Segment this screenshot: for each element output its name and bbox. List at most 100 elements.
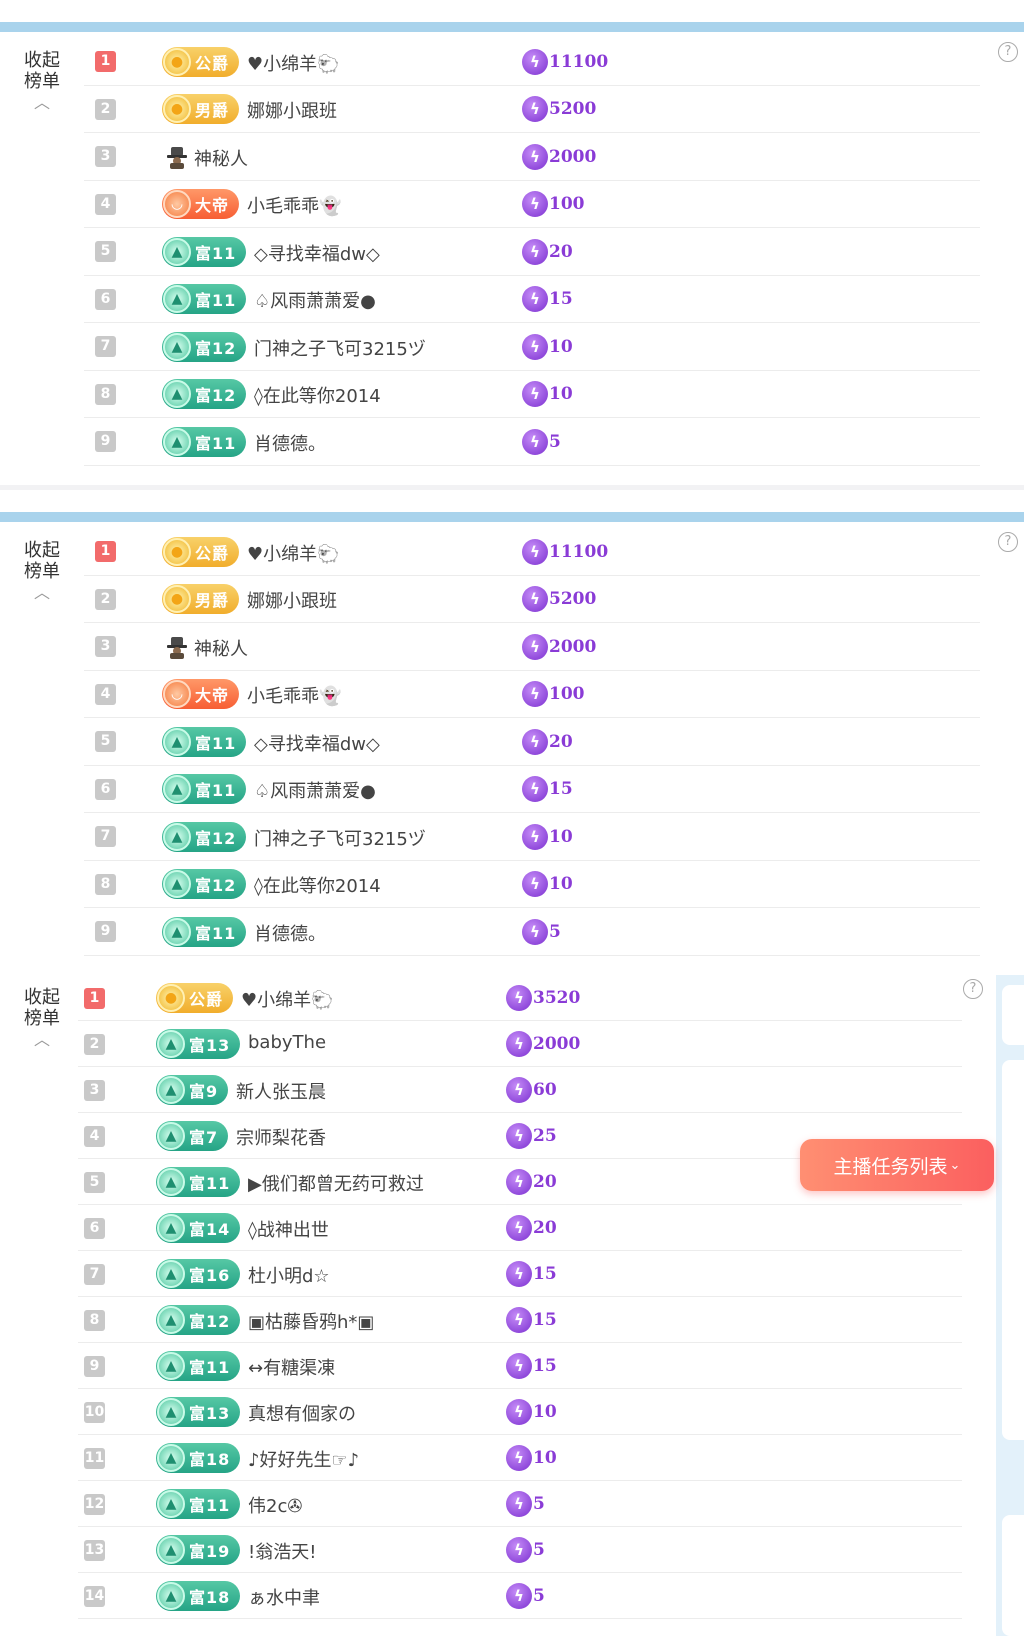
amount-value: 10 bbox=[533, 1448, 557, 1468]
ranking-row[interactable]: 1 ● 公爵 ♥小绵羊🐑 ϟ 11100 bbox=[84, 38, 980, 86]
username[interactable]: 门神之子飞可3215ヅ bbox=[254, 335, 426, 361]
lightning-coin-icon: ϟ bbox=[522, 633, 548, 660]
username[interactable]: ▣枯藤昏鸦h*▣ bbox=[248, 1308, 374, 1334]
username[interactable]: 神秘人 bbox=[194, 635, 248, 661]
username[interactable]: 娜娜小跟班 bbox=[247, 587, 337, 613]
ranking-row[interactable]: 3 神秘人 ϟ 2000 bbox=[84, 623, 980, 671]
username[interactable]: 小毛乖乖👻 bbox=[247, 682, 341, 708]
ranking-row[interactable]: 11 ▲ 富18 ♪好好先生☞♪ ϟ 10 bbox=[78, 1435, 962, 1481]
crown-gold-icon: ● bbox=[163, 537, 191, 566]
collapse-ranking-toggle[interactable]: 收起 榜单 ︿ bbox=[20, 987, 64, 1048]
ranking-row[interactable]: 2 ● 男爵 娜娜小跟班 ϟ 5200 bbox=[84, 86, 980, 133]
username[interactable]: ◇寻找幸福dw◇ bbox=[254, 240, 380, 266]
collapse-label-line: 收起 bbox=[24, 987, 60, 1008]
ranking-row[interactable]: 13 ▲ 富19 !翁浩天! ϟ 5 bbox=[78, 1527, 962, 1573]
rank-number: 2 bbox=[84, 1033, 105, 1055]
ranking-row[interactable]: 4 ◡ 大帝 小毛乖乖👻 ϟ 100 bbox=[84, 181, 980, 228]
username[interactable]: ◇寻找幸福dw◇ bbox=[254, 730, 380, 756]
ranking-row[interactable]: 3 ▲ 富9 新人张玉晨 ϟ 60 bbox=[78, 1067, 962, 1113]
mystery-hat-icon bbox=[166, 635, 188, 659]
help-icon[interactable]: ? bbox=[963, 979, 983, 999]
contribution-amount: ϟ 20 bbox=[522, 237, 573, 267]
rich-level-icon: ▲ bbox=[163, 775, 191, 804]
ranking-row[interactable]: 14 ▲ 富18 ぁ水中聿 ϟ 5 bbox=[78, 1573, 962, 1619]
username[interactable]: ◊战神出世 bbox=[248, 1216, 329, 1242]
panel-accent-bar bbox=[0, 22, 1024, 32]
username[interactable]: ♥小绵羊🐑 bbox=[247, 540, 340, 566]
username[interactable]: 门神之子飞可3215ヅ bbox=[254, 825, 426, 851]
ranking-row[interactable]: 3 神秘人 ϟ 2000 bbox=[84, 133, 980, 181]
rich-level-badge: ▲ 富12 bbox=[162, 869, 247, 900]
rank-number: 12 bbox=[84, 1493, 105, 1515]
amount-value: 11100 bbox=[549, 51, 609, 72]
rich-level-badge: ▲ 富13 bbox=[156, 1029, 241, 1059]
username[interactable]: 小毛乖乖👻 bbox=[247, 192, 341, 218]
lightning-coin-icon: ϟ bbox=[522, 776, 548, 803]
ranking-row[interactable]: 4 ◡ 大帝 小毛乖乖👻 ϟ 100 bbox=[84, 671, 980, 718]
username[interactable]: ▶俄们都曾无药可救过 bbox=[248, 1170, 424, 1196]
ranking-row[interactable]: 2 ▲ 富13 babyThe ϟ 2000 bbox=[78, 1021, 962, 1067]
username[interactable]: 真想有個家の bbox=[248, 1400, 356, 1426]
username[interactable]: 肖德德。 bbox=[254, 430, 326, 456]
username[interactable]: babyThe bbox=[248, 1032, 326, 1053]
badge-label: 富11 bbox=[189, 1174, 231, 1193]
username[interactable]: 娜娜小跟班 bbox=[247, 97, 337, 123]
username[interactable]: 伟2c✇ bbox=[248, 1492, 302, 1518]
help-icon[interactable]: ? bbox=[998, 42, 1018, 62]
rich-level-badge: ▲ 富11 bbox=[162, 284, 247, 315]
rank-number: 1 bbox=[84, 987, 105, 1009]
amount-value: 15 bbox=[533, 1356, 557, 1376]
crown-gold-icon: ● bbox=[163, 47, 191, 76]
ranking-row[interactable]: 8 ▲ 富12 ◊在此等你2014 ϟ 10 bbox=[84, 861, 980, 908]
username[interactable]: 肖德德。 bbox=[254, 920, 326, 946]
host-task-list-button[interactable]: 主播任务列表 ⌄ bbox=[800, 1139, 994, 1191]
username[interactable]: ♤风雨萧萧爱● bbox=[254, 777, 376, 803]
rich-level-icon: ▲ bbox=[157, 1122, 185, 1150]
ranking-row[interactable]: 8 ▲ 富12 ◊在此等你2014 ϟ 10 bbox=[84, 371, 980, 418]
rich-level-icon: ▲ bbox=[163, 285, 191, 314]
ranking-row[interactable]: 1 ● 公爵 ♥小绵羊🐑 ϟ 11100 bbox=[84, 528, 980, 576]
ranking-row[interactable]: 6 ▲ 富11 ♤风雨萧萧爱● ϟ 15 bbox=[84, 276, 980, 323]
username[interactable]: ◊在此等你2014 bbox=[254, 382, 381, 408]
ranking-row[interactable]: 9 ▲ 富11 肖德德。 ϟ 5 bbox=[84, 418, 980, 466]
username[interactable]: 杜小明d☆ bbox=[248, 1262, 330, 1288]
help-icon[interactable]: ? bbox=[998, 532, 1018, 552]
badge-label: 富11 bbox=[195, 433, 237, 453]
contribution-amount: ϟ 20 bbox=[506, 1213, 557, 1243]
username[interactable]: 宗师梨花香 bbox=[236, 1124, 326, 1150]
ranking-row[interactable]: 9 ▲ 富11 ↔有糖渠凍 ϟ 15 bbox=[78, 1343, 962, 1389]
lightning-coin-icon: ϟ bbox=[506, 1491, 532, 1517]
username[interactable]: !翁浩天! bbox=[248, 1538, 316, 1564]
username[interactable]: ♥小绵羊🐑 bbox=[241, 986, 334, 1012]
ranking-row[interactable]: 7 ▲ 富16 杜小明d☆ ϟ 15 bbox=[78, 1251, 962, 1297]
rank-number: 3 bbox=[95, 636, 116, 658]
username[interactable]: ◊在此等你2014 bbox=[254, 872, 381, 898]
ranking-row[interactable]: 2 ● 男爵 娜娜小跟班 ϟ 5200 bbox=[84, 576, 980, 623]
ranking-row[interactable]: 8 ▲ 富12 ▣枯藤昏鸦h*▣ ϟ 15 bbox=[78, 1297, 962, 1343]
collapse-ranking-toggle[interactable]: 收起 榜单 ︿ bbox=[20, 540, 64, 601]
username[interactable]: ♥小绵羊🐑 bbox=[247, 50, 340, 76]
amount-value: 100 bbox=[549, 194, 585, 215]
ranking-row[interactable]: 9 ▲ 富11 肖德德。 ϟ 5 bbox=[84, 908, 980, 956]
username[interactable]: ぁ水中聿 bbox=[248, 1584, 320, 1610]
ranking-row[interactable]: 7 ▲ 富12 门神之子飞可3215ヅ ϟ 10 bbox=[84, 813, 980, 861]
ranking-row[interactable]: 12 ▲ 富11 伟2c✇ ϟ 5 bbox=[78, 1481, 962, 1527]
ranking-row[interactable]: 10 ▲ 富13 真想有個家の ϟ 10 bbox=[78, 1389, 962, 1435]
ranking-row[interactable]: 1 ● 公爵 ♥小绵羊🐑 ϟ 3520 bbox=[78, 975, 962, 1021]
ranking-row[interactable]: 5 ▲ 富11 ◇寻找幸福dw◇ ϟ 20 bbox=[84, 718, 980, 766]
amount-value: 15 bbox=[549, 779, 573, 800]
username[interactable]: 神秘人 bbox=[194, 145, 248, 171]
username[interactable]: ♪好好先生☞♪ bbox=[248, 1446, 359, 1472]
ranking-row[interactable]: 6 ▲ 富14 ◊战神出世 ϟ 20 bbox=[78, 1205, 962, 1251]
username[interactable]: ↔有糖渠凍 bbox=[248, 1354, 335, 1380]
lightning-coin-icon: ϟ bbox=[522, 681, 548, 708]
ranking-row[interactable]: 7 ▲ 富12 门神之子飞可3215ヅ ϟ 10 bbox=[84, 323, 980, 371]
collapse-ranking-toggle[interactable]: 收起 榜单 ︿ bbox=[20, 50, 64, 111]
username[interactable]: 新人张玉晨 bbox=[236, 1078, 326, 1104]
rich-level-badge: ▲ 富12 bbox=[162, 379, 247, 410]
username[interactable]: ♤风雨萧萧爱● bbox=[254, 287, 376, 313]
amount-value: 10 bbox=[549, 826, 573, 847]
ranking-row[interactable]: 5 ▲ 富11 ◇寻找幸福dw◇ ϟ 20 bbox=[84, 228, 980, 276]
rank-number: 4 bbox=[95, 193, 116, 215]
ranking-row[interactable]: 6 ▲ 富11 ♤风雨萧萧爱● ϟ 15 bbox=[84, 766, 980, 813]
